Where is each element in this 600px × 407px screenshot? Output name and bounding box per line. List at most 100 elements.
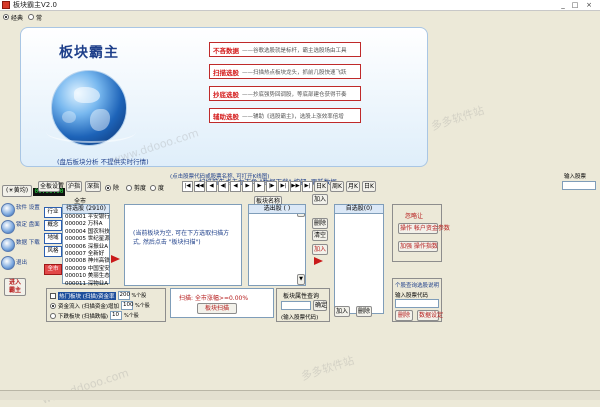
zone-region-button[interactable]: 地域 xyxy=(44,233,62,244)
gear-icon[interactable] xyxy=(1,203,15,217)
self-add-button[interactable]: 加入 xyxy=(334,306,350,317)
globe-orbit xyxy=(46,121,136,143)
watermark: 多多软件站 xyxy=(429,103,486,134)
stock-code-query-input[interactable] xyxy=(395,299,439,308)
kline-monthly-button[interactable]: 月K xyxy=(346,181,360,192)
code-input-label: 输入股票 xyxy=(564,174,587,180)
app-icon xyxy=(2,1,10,9)
kline-daily-button[interactable]: 日K xyxy=(314,181,328,192)
data-settings-button[interactable]: 数据设定 xyxy=(417,310,443,321)
status-bar xyxy=(0,390,600,400)
self-select-header: 自选股(0) xyxy=(335,205,383,214)
scan-option-row: 资金流入 (扫描资金)增加 100 %个股 xyxy=(50,301,166,310)
info-text: (当前板块为空, 可在下方选取扫描方式, 然后点击 "板块扫描") xyxy=(133,230,230,246)
add-selected-button[interactable]: 加入 xyxy=(312,244,328,255)
plate-attr-input[interactable] xyxy=(281,301,311,310)
nav-next-end-button[interactable]: ▶| xyxy=(278,181,289,192)
nav-left-button[interactable]: ◀ xyxy=(230,181,241,192)
globe-continent xyxy=(74,87,100,103)
kline-daily-2-button[interactable]: 日K xyxy=(362,181,376,192)
nav-first-button[interactable]: |◀ xyxy=(182,181,193,192)
list-item[interactable]: 000008 神州高铁 xyxy=(63,258,110,265)
stock-code-input[interactable] xyxy=(562,181,596,190)
download-icon[interactable] xyxy=(1,238,15,252)
nav-next-button[interactable]: ▶ xyxy=(254,181,265,192)
zone-concept-button[interactable]: 概念 xyxy=(44,220,62,231)
maximize-button[interactable]: □ xyxy=(570,1,580,9)
stock-pool-list[interactable]: 待选股 (2910) 000001 平安银行 000002 万科A 000004… xyxy=(62,204,110,287)
nav-prev-button[interactable]: ◀ xyxy=(206,181,217,192)
all-plate-settings-button[interactable]: 全板设置 xyxy=(38,181,64,192)
radio-icon xyxy=(3,14,9,20)
radio-degree[interactable]: 度 xyxy=(150,183,164,192)
plate-attr-confirm-button[interactable]: 确定 xyxy=(313,300,327,311)
self-delete-button[interactable]: 删除 xyxy=(356,306,372,317)
nav-next-start-button[interactable]: |▶ xyxy=(266,181,277,192)
sh-index-button[interactable]: 沪指 xyxy=(66,181,82,192)
remove-button[interactable]: 删除 xyxy=(312,218,328,229)
scan-suffix: %个股 xyxy=(131,293,147,299)
mode-classic[interactable]: 经典 xyxy=(3,13,23,22)
lock-icon[interactable] xyxy=(1,220,15,234)
feature-4: 辅助选股 ——辅助《逃股霸主》，选股上涨效率倍增 xyxy=(209,108,361,123)
radio-cut[interactable]: 剪度 xyxy=(126,183,146,192)
nav-prev-fast-button[interactable]: ◀◀ xyxy=(194,181,205,192)
list-item[interactable]: 000011 深物业A xyxy=(63,281,109,288)
query-delete-button[interactable]: 删除 xyxy=(395,310,413,321)
exit-icon[interactable] xyxy=(1,256,15,270)
stock-code-label: 输入股票代码 xyxy=(395,293,429,299)
stock-query-header: 个股查询选股说明 xyxy=(395,283,440,289)
scroll-down-button[interactable]: ▼ xyxy=(297,274,305,285)
self-select-list[interactable]: 自选股(0) xyxy=(334,204,384,314)
account-params-button[interactable]: 操作 帐户资金参数 xyxy=(398,223,450,234)
mode-selector: 经典 常 xyxy=(0,11,600,23)
kline-weekly-button[interactable]: 周K xyxy=(330,181,344,192)
add-button[interactable]: 加入 xyxy=(312,194,328,205)
radio-exclude[interactable]: 除 xyxy=(105,183,119,192)
scan-option-label: 资金流入 (扫描资金)增加 xyxy=(58,303,120,310)
zone-market-button[interactable]: 全市 xyxy=(44,264,62,275)
sz-index-button[interactable]: 深指 xyxy=(85,181,101,192)
intro-banner: 板块霸主 (盘后板块分析 不提供实时行情) 扫描前先点击左下角 "数据下载" 按… xyxy=(20,27,428,186)
nav-prev-end-button[interactable]: ◀| xyxy=(218,181,229,192)
nav-next-fast-button[interactable]: ▶▶ xyxy=(290,181,301,192)
list-item[interactable]: 000005 世纪星源 xyxy=(63,236,110,243)
lock-label[interactable]: 锁定 盘面 xyxy=(16,220,40,228)
clear-button[interactable]: 清空 xyxy=(312,230,328,241)
radio-icon xyxy=(126,184,132,191)
download-label[interactable]: 数据 下载 xyxy=(16,238,40,246)
plate-attr-group: 板块属性查询 确定 (输入股票代码) xyxy=(276,288,330,322)
nav-last-button[interactable]: ▶| xyxy=(302,181,313,192)
enter-button[interactable]: 进入 霸主 xyxy=(4,278,26,296)
window-title: 板块霸主V2.0 xyxy=(13,1,57,9)
zone-industry-button[interactable]: 行业 xyxy=(44,207,62,218)
scan-value-input[interactable]: 100 xyxy=(121,301,134,310)
feature-1: 不吝数据 ——谷歌选股就是标杆，霸主选股场由工具 xyxy=(209,42,361,57)
scan-value-input[interactable]: 200 xyxy=(117,291,130,300)
selected-header-bar: 选出股 ( ) xyxy=(248,204,306,214)
close-button[interactable]: × xyxy=(584,1,594,9)
plate-scan-button[interactable]: 板块扫描 xyxy=(197,303,237,314)
minimize-button[interactable]: _ xyxy=(558,1,568,9)
mode-normal[interactable]: 常 xyxy=(28,13,42,22)
feature-3: 抄底选股 ——抄底强势回调股，等底部建仓获得节奏 xyxy=(209,86,361,101)
list-item[interactable]: 000010 美丽生态 xyxy=(63,273,110,280)
ma-toggle-button[interactable]: (☀黄均) xyxy=(2,185,32,197)
feature-2: 扫描选股 ——扫描热点板块龙头，抓前几股快速飞跃 xyxy=(209,64,361,79)
settings-label[interactable]: 软件 设置 xyxy=(16,203,40,211)
radio-icon[interactable] xyxy=(50,312,56,319)
enhance-index-button[interactable]: 加强 操作指数 xyxy=(398,241,438,252)
list-item[interactable]: 000002 万科A xyxy=(63,221,109,228)
scan-suffix: %个股 xyxy=(124,313,139,319)
zone-style-button[interactable]: 风格 xyxy=(44,246,62,257)
arrow-right-icon xyxy=(111,255,120,263)
scan-value-input[interactable]: 10 xyxy=(110,311,123,320)
radio-icon[interactable] xyxy=(50,302,56,309)
exit-label[interactable]: 退出 xyxy=(16,258,27,266)
nav-right-button[interactable]: ▶ xyxy=(242,181,253,192)
scan-options-group: 热门板块 (扫描)资金率 200 %个股 资金流入 (扫描资金)增加 100 %… xyxy=(46,288,166,322)
scan-option-label: 热门板块 (扫描)资金率 xyxy=(58,291,116,300)
checkbox-icon[interactable] xyxy=(50,292,56,299)
plate-attr-header: 板块属性查询 xyxy=(283,293,320,300)
list-item[interactable]: 000006 深振业A xyxy=(63,244,109,251)
